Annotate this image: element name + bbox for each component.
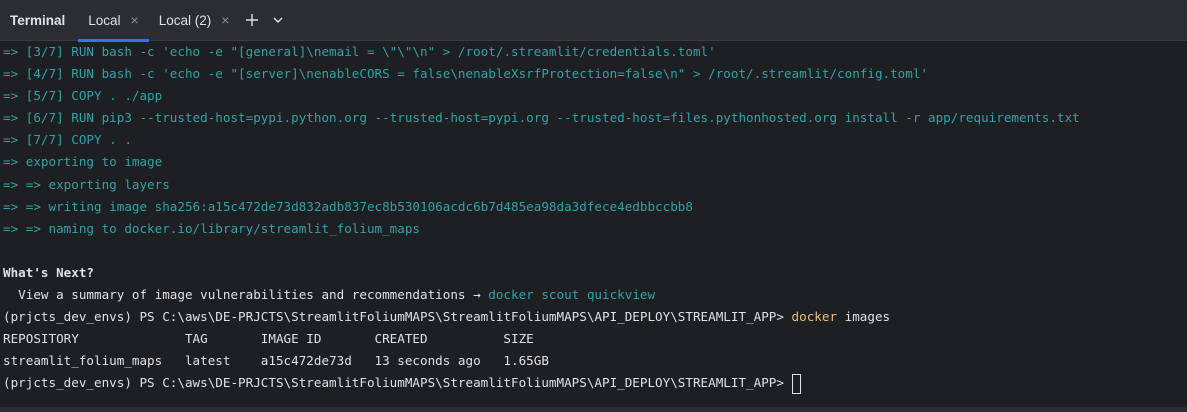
close-icon[interactable]: × bbox=[131, 12, 139, 28]
close-icon[interactable]: × bbox=[221, 12, 229, 28]
output-line: => => writing image sha256:a15c472de73d8… bbox=[3, 198, 693, 214]
command-args: images bbox=[837, 309, 891, 325]
command-name: docker bbox=[791, 309, 838, 325]
terminal-output[interactable]: => [3/7] RUN bash -c 'echo -e "[general]… bbox=[0, 41, 1187, 395]
prompt: (prjcts_dev_envs) PS C:\aws\DE-PRJCTS\St… bbox=[3, 375, 792, 391]
prompt-line: (prjcts_dev_envs) PS C:\aws\DE-PRJCTS\St… bbox=[3, 306, 1187, 328]
output-line: => exporting to image bbox=[3, 154, 163, 170]
output-line: => [6/7] RUN pip3 --trusted-host=pypi.py… bbox=[3, 110, 1080, 126]
hint-command: docker scout quickview bbox=[488, 287, 656, 303]
output-line: => [5/7] COPY . ./app bbox=[3, 88, 163, 104]
tab-options-button[interactable] bbox=[265, 7, 291, 33]
whats-next-heading: What's Next? bbox=[3, 264, 94, 280]
output-line: => [3/7] RUN bash -c 'echo -e "[general]… bbox=[3, 44, 716, 59]
tool-window-title: Terminal bbox=[10, 12, 66, 28]
tab-label: Local bbox=[88, 12, 121, 28]
text-cursor bbox=[791, 373, 801, 394]
tab-local-2[interactable]: Local (2) × bbox=[149, 0, 240, 41]
prompt-line-current[interactable]: (prjcts_dev_envs) PS C:\aws\DE-PRJCTS\St… bbox=[3, 372, 1187, 394]
table-row: streamlit_folium_maps latest a15c472de73… bbox=[3, 353, 549, 369]
prompt: (prjcts_dev_envs) PS C:\aws\DE-PRJCTS\St… bbox=[3, 309, 792, 325]
hint-line: View a summary of image vulnerabilities … bbox=[3, 284, 1187, 306]
tab-label: Local (2) bbox=[158, 12, 212, 28]
table-header: REPOSITORY TAG IMAGE ID CREATED SIZE bbox=[3, 331, 534, 347]
new-tab-button[interactable] bbox=[239, 7, 265, 33]
chevron-down-icon bbox=[273, 17, 283, 23]
tab-local[interactable]: Local × bbox=[78, 0, 150, 42]
terminal-tab-bar: Terminal Local × Local (2) × bbox=[0, 0, 1187, 42]
output-line: => => exporting layers bbox=[3, 176, 170, 192]
output-line: => [4/7] RUN bash -c 'echo -e "[server]\… bbox=[3, 66, 929, 82]
hint-text: View a summary of image vulnerabilities … bbox=[3, 287, 489, 303]
plus-icon bbox=[246, 14, 259, 26]
output-line: => [7/7] COPY . . bbox=[3, 132, 132, 148]
output-line: => => naming to docker.io/library/stream… bbox=[3, 220, 421, 236]
bottom-bar bbox=[0, 407, 1187, 412]
